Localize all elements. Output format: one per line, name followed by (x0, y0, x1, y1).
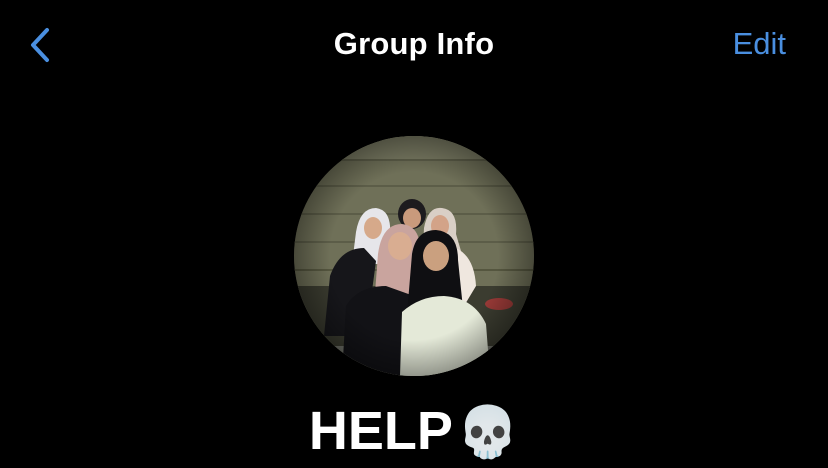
group-info-screen: Group Info Edit HELP💀 (0, 0, 828, 468)
back-button[interactable] (18, 22, 62, 68)
group-name-text: HELP (308, 401, 453, 461)
group-photo[interactable] (294, 136, 534, 376)
edit-button[interactable]: Edit (733, 26, 786, 62)
skull-emoji-icon: 💀 (456, 403, 520, 461)
chevron-left-icon (31, 28, 49, 62)
group-photo-image (294, 136, 534, 376)
page-title: Group Info (333, 26, 495, 61)
group-name[interactable]: HELP💀 (0, 400, 828, 462)
navigation-bar: Group Info Edit (0, 0, 828, 90)
